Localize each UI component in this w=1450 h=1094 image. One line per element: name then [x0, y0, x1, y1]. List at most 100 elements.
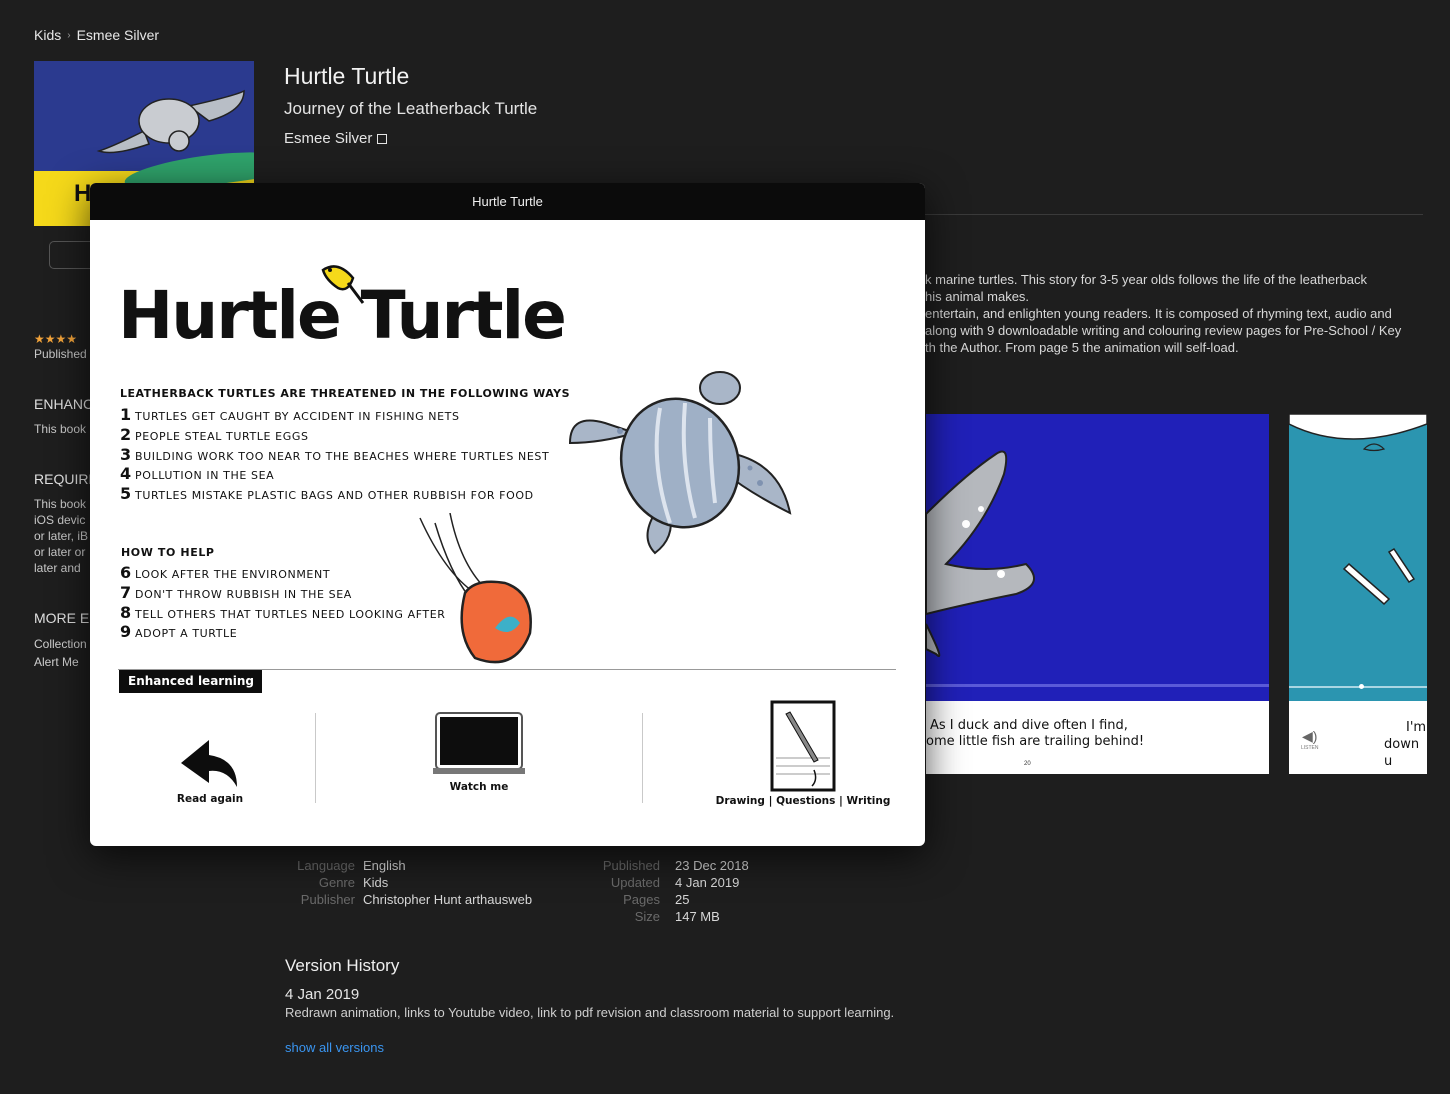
- info-label: Pages: [623, 892, 660, 907]
- list-text: PEOPLE STEAL TURTLE EGGS: [135, 429, 309, 443]
- info-label: Language: [297, 858, 355, 873]
- enhanced-learning-label: Enhanced learning: [119, 670, 262, 693]
- threats-heading: LEATHERBACK TURTLES ARE THREATENED IN TH…: [120, 387, 571, 400]
- book-subtitle: Journey of the Leatherback Turtle: [284, 99, 538, 118]
- list-number: 1: [120, 405, 132, 424]
- preview-window: Hurtle Turtle Hurtle Turtle LEATHERBACK …: [90, 183, 925, 846]
- info-value: 25: [675, 892, 690, 907]
- screenshot-1[interactable]: As I duck and dive often I find, ome lit…: [926, 414, 1269, 774]
- screenshot-sea: [926, 414, 1269, 701]
- breadcrumb-author[interactable]: Esmee Silver: [77, 27, 159, 43]
- drawing-questions-writing-button[interactable]: Drawing | Questions | Writing: [708, 700, 898, 807]
- chevron-right-icon: ›: [67, 29, 71, 41]
- preview-title-bar[interactable]: Hurtle Turtle: [90, 183, 925, 220]
- list-item: 5 TURTLES MISTAKE PLASTIC BAGS AND OTHER …: [120, 484, 549, 504]
- leatherback-turtle-icon: [568, 371, 792, 555]
- list-item: 7 DON'T THROW RUBBISH IN THE SEA: [120, 583, 446, 603]
- watch-me-button[interactable]: Watch me: [429, 711, 529, 793]
- breadcrumb: Kids › Esmee Silver: [34, 27, 159, 43]
- list-item: 8 TELL OTHERS THAT TURTLES NEED LOOKING A…: [120, 603, 446, 623]
- info-value: English: [363, 858, 406, 873]
- screenshot-2[interactable]: ◀) LISTEN I'm down u: [1289, 414, 1427, 774]
- list-item: 2 PEOPLE STEAL TURTLE EGGS: [120, 425, 549, 445]
- caption-line: As I duck and dive often I find,: [930, 718, 1128, 733]
- version-date: 4 Jan 2019: [285, 986, 360, 1003]
- info-label: Updated: [610, 875, 660, 890]
- fish-icon: [1289, 414, 1427, 606]
- book-title: Hurtle Turtle: [284, 63, 410, 89]
- description-line: th the Author. From page 5 the animation…: [925, 340, 1239, 355]
- caption-line: down u: [1384, 737, 1420, 769]
- author-link[interactable]: Esmee Silver: [284, 130, 388, 147]
- requirements-line: or later or: [34, 545, 86, 559]
- list-text: DON'T THROW RUBBISH IN THE SEA: [135, 587, 352, 601]
- list-text: TURTLES GET CAUGHT BY ACCIDENT IN FISHIN…: [135, 410, 460, 423]
- collection-link[interactable]: Collection: [34, 635, 87, 653]
- description-line: his animal makes.: [925, 289, 1030, 304]
- caption-line: ome little fish are trailing behind!: [926, 734, 1145, 749]
- back-arrow-icon: [181, 740, 237, 787]
- info-label: Published: [602, 858, 660, 873]
- list-text: TELL OTHERS THAT TURTLES NEED LOOKING AF…: [135, 607, 446, 621]
- list-number: 6: [120, 563, 132, 582]
- version-notes: Redrawn animation, links to Youtube vide…: [285, 1005, 895, 1020]
- get-button[interactable]: [49, 241, 94, 269]
- list-number: 2: [120, 424, 132, 444]
- screenshot-sea: [1289, 414, 1427, 701]
- requirements-text: This book iOS devic or later, iB or late…: [34, 496, 88, 576]
- help-list: 6 LOOK AFTER THE ENVIRONMENT 7 DON'T THROW…: [120, 563, 446, 642]
- screenshot-caption: As I duck and dive often I find, ome lit…: [926, 718, 1144, 750]
- watch-me-label: Watch me: [449, 781, 509, 793]
- caption-line: I'm: [1406, 720, 1427, 735]
- list-text: POLLUTION IN THE SEA: [135, 469, 275, 483]
- external-link-icon: [377, 133, 388, 144]
- list-number: 5: [120, 484, 132, 504]
- requirements-line: This book: [34, 497, 87, 511]
- version-history-title: Version History: [285, 956, 400, 975]
- info-right: Published 23 Dec 2018 Updated 4 Jan 2019 P…: [590, 857, 749, 925]
- listen-button: ◀) LISTEN: [1301, 728, 1319, 751]
- screenshot-caption: I'm down u: [1384, 719, 1427, 770]
- read-again-label: Read again: [176, 793, 244, 805]
- list-text: BUILDING WORK TOO NEAR TO THE BEACHES WH…: [135, 449, 550, 463]
- drawing-questions-writing-label: Drawing | Questions | Writing: [715, 795, 891, 807]
- list-item: 3 BUILDING WORK TOO NEAR TO THE BEACHES W…: [120, 445, 549, 465]
- author-name[interactable]: Esmee Silver: [284, 130, 372, 147]
- breadcrumb-kids[interactable]: Kids: [34, 27, 61, 43]
- list-number: 7: [120, 582, 132, 602]
- info-value: Kids: [363, 875, 389, 890]
- help-heading: HOW TO HELP: [121, 546, 215, 559]
- list-number: 4: [120, 464, 132, 484]
- section-divider: [925, 214, 1423, 215]
- list-text: ADOPT A TURTLE: [135, 627, 238, 641]
- read-again-button[interactable]: Read again: [165, 735, 255, 805]
- list-item: 4 POLLUTION IN THE SEA: [120, 464, 549, 484]
- info-label: Genre: [318, 875, 355, 890]
- info-label: Size: [634, 909, 660, 924]
- list-number: 3: [120, 444, 132, 464]
- laptop-icon: [433, 712, 525, 774]
- description-line: along with 9 downloadable writing and co…: [925, 323, 1402, 338]
- list-text: LOOK AFTER THE ENVIRONMENT: [135, 568, 331, 581]
- requirements-heading: REQUIRE: [34, 471, 98, 487]
- alert-me-link[interactable]: Alert Me: [34, 653, 87, 671]
- worksheet-pencil-icon: [770, 700, 836, 792]
- info-value: 147 MB: [675, 909, 720, 924]
- description-line: k marine turtles. This story for 3-5 yea…: [925, 272, 1367, 287]
- show-all-versions-link[interactable]: show all versions: [285, 1040, 384, 1055]
- page-title: Hurtle Turtle: [118, 277, 567, 354]
- more-heading: MORE ES: [34, 610, 99, 626]
- cover-title-letter: H: [74, 180, 92, 207]
- progress-bar: [1289, 686, 1427, 688]
- page-number: 20: [1024, 761, 1031, 767]
- published-label: Published: [34, 347, 87, 361]
- list-text: TURTLES MISTAKE PLASTIC BAGS AND OTHER R…: [135, 489, 534, 503]
- speaker-icon: ◀): [1302, 728, 1318, 744]
- requirements-line: iOS devic: [34, 513, 86, 527]
- info-value: Christopher Hunt arthausweb: [363, 892, 533, 907]
- turtle-flipper-icon: [926, 450, 1035, 657]
- description-line: entertain, and enlighten young readers. …: [925, 306, 1392, 321]
- info-value: 4 Jan 2019: [675, 875, 740, 890]
- enhanced-heading: ENHANC: [34, 396, 94, 412]
- more-links: Collection Alert Me: [34, 635, 87, 671]
